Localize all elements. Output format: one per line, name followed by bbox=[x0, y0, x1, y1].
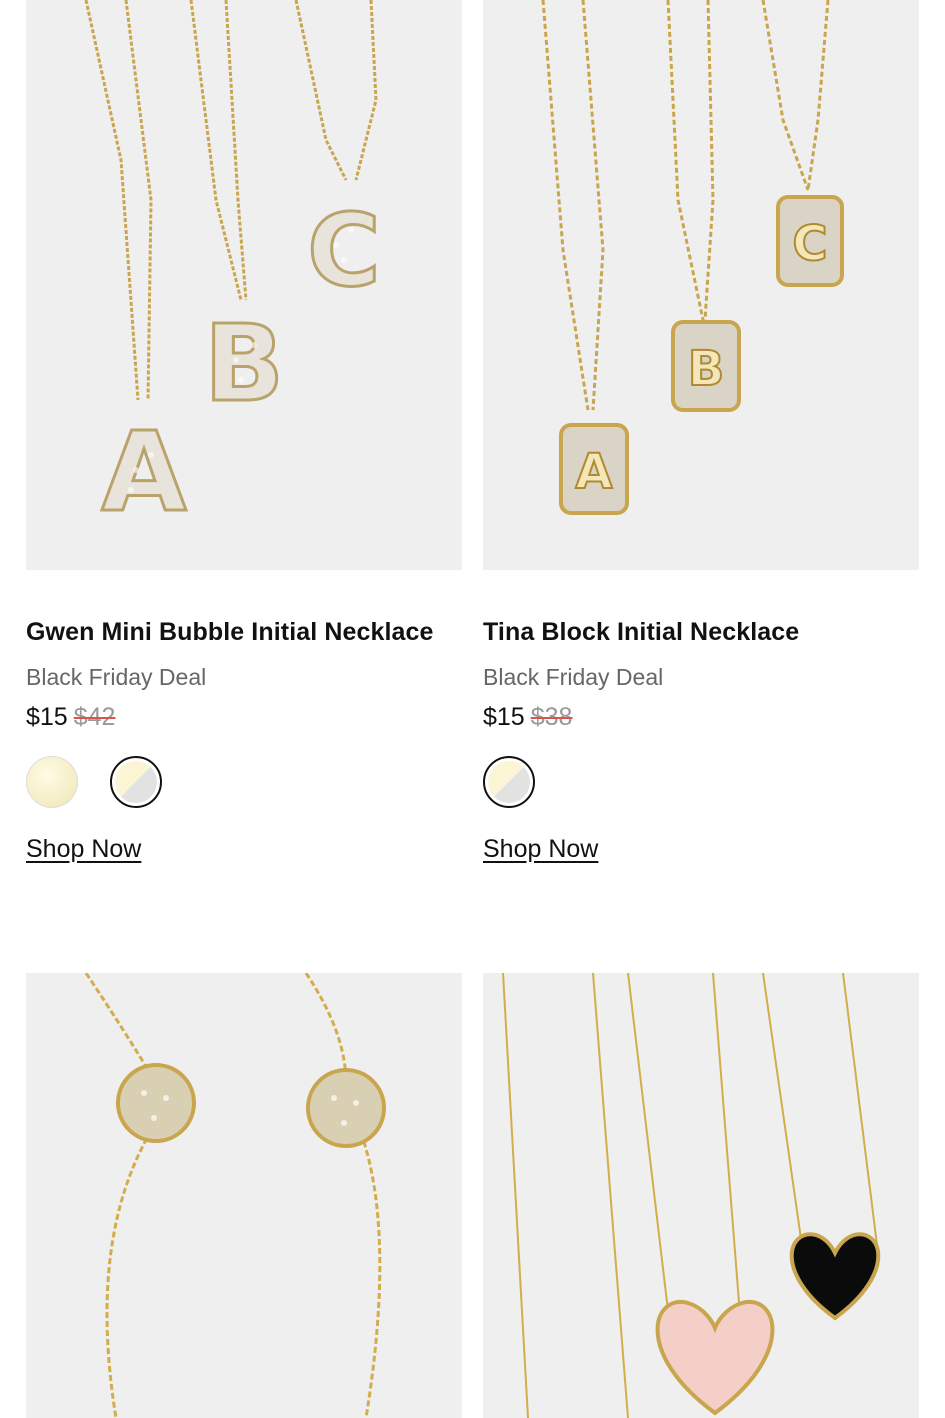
gold-swatch[interactable] bbox=[26, 756, 78, 808]
product-card-gwen[interactable]: A B C Gwen Mini Bubble Initial Necklace … bbox=[26, 0, 462, 880]
product-image-gwen[interactable]: A B C bbox=[26, 0, 462, 570]
deal-label: Black Friday Deal bbox=[483, 664, 664, 690]
gold-silver-swatch[interactable] bbox=[110, 756, 162, 808]
current-price: $15 bbox=[26, 703, 68, 731]
product-image-tina[interactable]: A B C bbox=[483, 0, 919, 570]
coin-charm bbox=[306, 1068, 386, 1148]
product-title[interactable]: Tina Block Initial Necklace bbox=[483, 618, 799, 647]
necklace-image bbox=[26, 973, 462, 1418]
svg-text:A: A bbox=[575, 444, 612, 500]
product-image-chain-necklace[interactable] bbox=[26, 973, 462, 1418]
original-price: $42 bbox=[73, 703, 116, 731]
deal-label: Black Friday Deal bbox=[26, 664, 207, 690]
product-card-tina[interactable]: A B C Tina Block Initial Necklace Black … bbox=[483, 0, 919, 880]
letter-c: C bbox=[307, 192, 380, 309]
letter-b: B bbox=[204, 303, 284, 425]
original-price: $38 bbox=[530, 703, 573, 731]
letter-a: A bbox=[101, 408, 186, 536]
product-title[interactable]: Gwen Mini Bubble Initial Necklace bbox=[26, 618, 434, 647]
color-swatches bbox=[483, 756, 535, 808]
necklace-image: A B C bbox=[26, 0, 462, 570]
price: $15 $42 bbox=[26, 703, 115, 732]
necklace-image: A B C bbox=[483, 0, 919, 570]
coin-charm bbox=[116, 1063, 196, 1143]
current-price: $15 bbox=[483, 703, 525, 731]
shop-now-link[interactable]: Shop Now bbox=[483, 835, 598, 864]
color-swatches bbox=[26, 756, 162, 808]
gold-silver-swatch[interactable] bbox=[483, 756, 535, 808]
necklace-image bbox=[483, 973, 919, 1418]
svg-text:C: C bbox=[792, 216, 827, 272]
svg-text:B: B bbox=[688, 341, 725, 397]
product-image-heart-necklace[interactable] bbox=[483, 973, 919, 1418]
shop-now-link[interactable]: Shop Now bbox=[26, 835, 141, 864]
price: $15 $38 bbox=[483, 703, 572, 732]
